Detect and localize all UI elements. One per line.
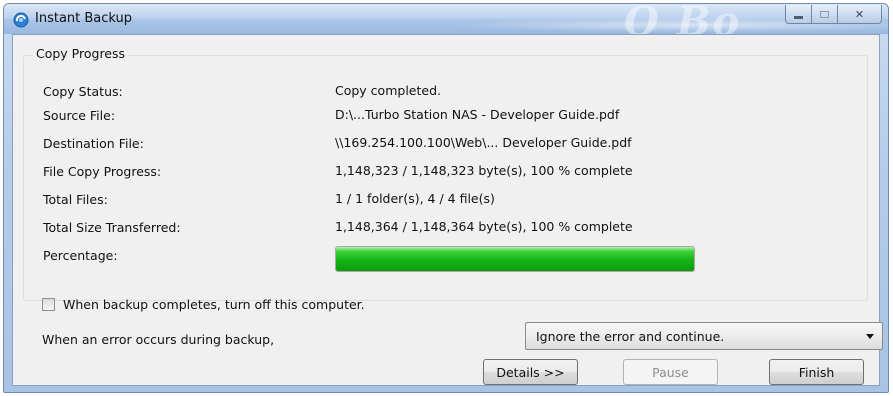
finish-button[interactable]: Finish <box>769 359 864 385</box>
percentage-progress-bar <box>335 246 695 272</box>
percentage-label: Percentage: <box>43 248 118 263</box>
file-copy-progress-value: 1,148,323 / 1,148,323 byte(s), 100 % com… <box>335 163 633 178</box>
file-copy-progress-label: File Copy Progress: <box>43 164 162 179</box>
maximize-icon <box>820 10 829 18</box>
total-files-value: 1 / 1 folder(s), 4 / 4 file(s) <box>335 191 495 206</box>
details-button[interactable]: Details >> <box>483 359 578 385</box>
shutdown-checkbox[interactable] <box>42 298 55 311</box>
app-icon <box>13 12 29 28</box>
pause-button[interactable]: Pause <box>623 359 718 385</box>
error-action-dropdown[interactable]: Ignore the error and continue. <box>525 322 883 350</box>
copy-status-label: Copy Status: <box>43 84 123 99</box>
minimize-icon <box>794 15 803 19</box>
error-action-selected: Ignore the error and continue. <box>536 329 725 344</box>
minimize-button[interactable] <box>785 5 812 24</box>
copy-status-value: Copy completed. <box>335 83 441 98</box>
progress-bar-fill <box>336 247 694 271</box>
window-title: Instant Backup <box>35 11 133 26</box>
error-action-label: When an error occurs during backup, <box>42 332 275 347</box>
source-file-label: Source File: <box>43 108 116 123</box>
chevron-down-icon <box>866 334 874 339</box>
total-files-label: Total Files: <box>43 192 108 207</box>
close-button[interactable]: ✕ <box>838 5 882 24</box>
close-icon: ✕ <box>854 7 865 21</box>
maximize-button[interactable] <box>812 5 838 24</box>
instant-backup-window: O Bo Instant Backup ✕ Copy Progress Copy… <box>3 3 889 393</box>
dialog-body: Copy Progress Copy Status: Copy complete… <box>12 34 883 386</box>
destination-file-label: Destination File: <box>43 136 144 151</box>
title-bar[interactable]: O Bo Instant Backup ✕ <box>4 4 888 45</box>
caption-buttons: ✕ <box>785 5 882 24</box>
destination-file-value: \\169.254.100.100\Web\... Developer Guid… <box>335 135 632 150</box>
shutdown-checkbox-label[interactable]: When backup completes, turn off this com… <box>63 297 365 312</box>
copy-progress-group-title: Copy Progress <box>33 46 129 61</box>
source-file-value: D:\...Turbo Station NAS - Developer Guid… <box>335 107 620 122</box>
total-size-label: Total Size Transferred: <box>43 220 181 235</box>
total-size-value: 1,148,364 / 1,148,364 byte(s), 100 % com… <box>335 219 633 234</box>
